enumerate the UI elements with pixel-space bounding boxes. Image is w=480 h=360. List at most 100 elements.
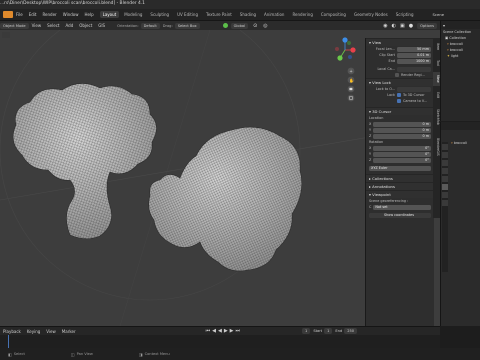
navigation-gizmo[interactable] <box>335 37 356 61</box>
outliner-header: ▾ <box>441 21 480 29</box>
timeline-playback[interactable]: Playback <box>3 329 21 334</box>
outliner-filter-icon[interactable]: ▾ <box>443 23 445 28</box>
location-z-field[interactable]: 0 m <box>373 133 431 139</box>
tab-tool[interactable]: Tool <box>433 56 440 70</box>
view-section-header[interactable]: ▾ View <box>366 38 434 46</box>
snap-icon[interactable]: ⊙ <box>253 23 257 29</box>
show-coordinates-button[interactable]: Show coordinates <box>369 212 431 218</box>
broccoli-right[interactable] <box>148 126 303 272</box>
svg-text:✋: ✋ <box>349 78 354 83</box>
transform-pivot-icon[interactable] <box>222 23 228 28</box>
visibility-icon[interactable]: ◉ <box>383 23 387 29</box>
proportional-edit-icon[interactable]: ◎ <box>263 23 267 29</box>
object-props-icon[interactable] <box>442 184 448 190</box>
tab-sketchfab[interactable]: Sketchfab <box>433 104 440 130</box>
clip-start-field[interactable]: 0.01 m <box>397 52 431 58</box>
menu-gis[interactable]: GIS <box>98 23 105 28</box>
material-props-icon[interactable] <box>442 200 448 206</box>
menu-file[interactable]: File <box>16 12 23 17</box>
start-frame-field[interactable]: 1 <box>324 328 333 334</box>
focal-length-field[interactable]: 50 mm <box>397 46 431 52</box>
title-bar: ...rs\Diner\Desktop\WIP\broccoli scan\br… <box>0 0 480 9</box>
playhead[interactable] <box>8 335 9 348</box>
options-dropdown[interactable]: Options <box>417 22 437 29</box>
camera-to-view-checkbox[interactable] <box>397 99 401 103</box>
timeline-marker[interactable]: Marker <box>62 329 76 334</box>
ortho-toggle-button[interactable] <box>347 94 355 102</box>
menu-render[interactable]: Render <box>42 12 56 17</box>
overlays-icon[interactable]: ◐ <box>392 23 396 29</box>
timeline-keying[interactable]: Keying <box>27 329 40 334</box>
location-y-field[interactable]: 0 m <box>373 127 431 133</box>
lock-to-object-field[interactable] <box>397 86 431 92</box>
sidebar-tabs: Item Tool View Edit Sketchfab BlenderGIS <box>433 38 440 218</box>
tab-animation[interactable]: Animation <box>261 11 287 18</box>
3d-cursor-header[interactable]: ▾ 3D Cursor <box>366 107 434 115</box>
output-props-icon[interactable] <box>442 152 448 158</box>
menu-edit[interactable]: Edit <box>29 12 37 17</box>
menu-select[interactable]: Select <box>47 23 59 28</box>
rotation-mode-row: XYZ Euler <box>366 165 434 171</box>
tab-item[interactable]: Item <box>433 40 440 54</box>
xray-icon[interactable]: ▣ <box>400 23 405 29</box>
tab-view[interactable]: View <box>433 72 440 86</box>
mode-selector[interactable]: Object Mode <box>0 22 29 29</box>
tab-geometry-nodes[interactable]: Geometry Nodes <box>351 11 391 18</box>
scene-props-icon[interactable] <box>442 168 448 174</box>
outliner-item-light[interactable]: ✦ light <box>441 53 480 59</box>
tab-layout[interactable]: Layout <box>99 11 120 18</box>
rotation-mode-dropdown[interactable]: XYZ Euler <box>369 165 431 171</box>
timeline-track[interactable] <box>0 335 440 348</box>
zoom-button[interactable]: + <box>347 67 355 75</box>
shading-solid-icon[interactable]: ● <box>409 23 413 29</box>
properties-object-name[interactable]: broccoli <box>454 141 467 145</box>
view-lock-header[interactable]: ▾ View Lock <box>366 78 434 86</box>
rotation-y-field[interactable]: 0° <box>373 151 431 157</box>
pan-button[interactable]: ✋ <box>347 76 355 84</box>
crs-field[interactable]: Not set <box>373 204 431 210</box>
toolbar-toggle[interactable] <box>2 32 10 38</box>
world-props-icon[interactable] <box>442 176 448 182</box>
camera-view-button[interactable] <box>347 85 355 93</box>
to-3d-cursor-checkbox[interactable] <box>397 93 401 97</box>
blender-logo-icon[interactable] <box>3 11 13 18</box>
tab-edit[interactable]: Edit <box>433 88 440 102</box>
modifier-props-icon[interactable] <box>442 192 448 198</box>
tab-rendering[interactable]: Rendering <box>289 11 315 18</box>
rotation-z-field[interactable]: 0° <box>373 157 431 163</box>
mouse-left-icon: ◧ <box>8 351 12 357</box>
clip-end-label: End <box>388 59 395 63</box>
current-frame-field[interactable]: 1 <box>302 328 311 334</box>
timeline-view[interactable]: View <box>46 329 56 334</box>
render-region-checkbox[interactable] <box>395 73 399 77</box>
annotations-header[interactable]: ▸ Annotations <box>366 182 434 190</box>
drag-dropdown[interactable]: Select Box <box>174 22 200 29</box>
local-camera-field[interactable] <box>397 66 431 72</box>
end-frame-field[interactable]: 250 <box>344 328 358 334</box>
scene-selector[interactable]: Scene <box>433 12 445 17</box>
tab-uv-editing[interactable]: UV Editing <box>174 11 201 18</box>
menu-help[interactable]: Help <box>84 12 93 17</box>
tab-shading[interactable]: Shading <box>237 11 259 18</box>
tab-sculpting[interactable]: Sculpting <box>147 11 172 18</box>
menu-object[interactable]: Object <box>79 23 92 28</box>
playback-controls[interactable]: ⏮◀◀▶▶⏭ <box>206 328 242 334</box>
orientation-dropdown[interactable]: Default <box>140 22 160 29</box>
location-x-field[interactable]: 0 m <box>373 121 431 127</box>
collections-header[interactable]: ▸ Collections <box>366 174 434 182</box>
clip-end-field[interactable]: 1000 m <box>397 58 431 64</box>
broccoli-left[interactable] <box>12 83 157 240</box>
tab-texture-paint[interactable]: Texture Paint <box>203 11 235 18</box>
menu-window[interactable]: Window <box>63 12 79 17</box>
rotation-x-field[interactable]: 0° <box>373 145 431 151</box>
menu-view[interactable]: View <box>32 23 42 28</box>
menu-add[interactable]: Add <box>65 23 73 28</box>
tab-blendergis[interactable]: BlenderGIS <box>433 132 440 162</box>
viewpoint-header[interactable]: ▾ Viewpoint <box>366 190 434 198</box>
render-props-icon[interactable] <box>442 144 448 150</box>
view-layer-props-icon[interactable] <box>442 160 448 166</box>
tab-modeling[interactable]: Modeling <box>121 11 145 18</box>
tab-scripting[interactable]: Scripting <box>393 11 417 18</box>
tab-compositing[interactable]: Compositing <box>318 11 349 18</box>
transform-orientation-dropdown[interactable]: Global <box>230 22 249 29</box>
